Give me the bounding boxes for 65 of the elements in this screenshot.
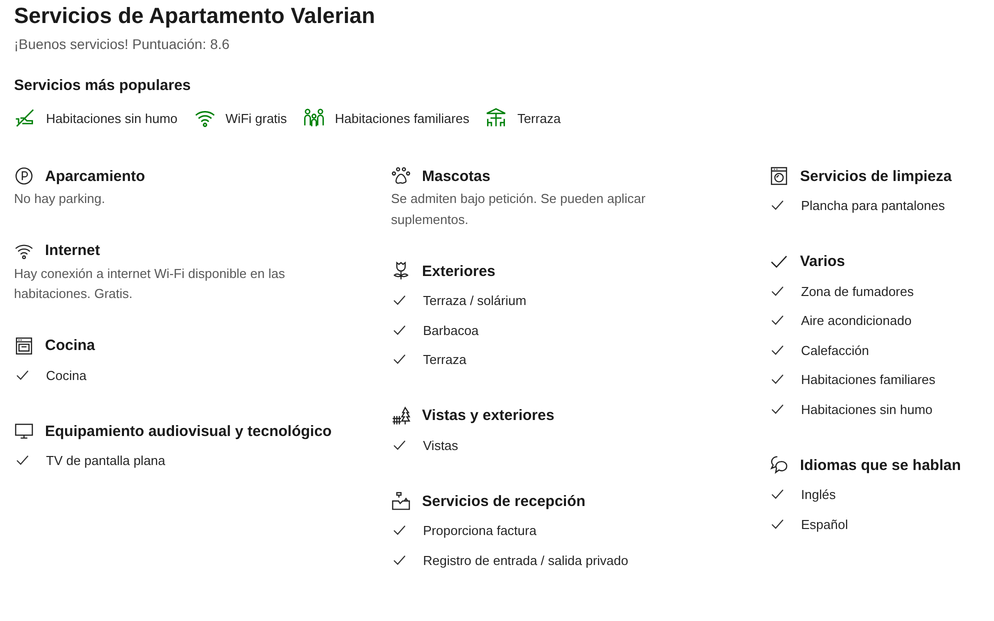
check-icon bbox=[771, 344, 784, 356]
monitor-icon bbox=[14, 421, 34, 441]
check-icon bbox=[771, 518, 784, 530]
check-icon bbox=[771, 489, 784, 500]
category-heading: Mascotas bbox=[422, 168, 490, 184]
no-smoking-icon bbox=[14, 107, 36, 129]
check-icon bbox=[393, 324, 406, 336]
category-heading: Cocina bbox=[45, 337, 96, 354]
amenity-item: Terraza bbox=[423, 352, 466, 368]
amenity-label: WiFi gratis bbox=[226, 110, 287, 126]
amenity-label: Habitaciones familiares bbox=[334, 110, 470, 126]
category-heading: Internet bbox=[45, 242, 100, 259]
amenity-item: Calefacción bbox=[801, 342, 869, 358]
amenity-item: Registro de entrada / salida privado bbox=[423, 552, 628, 568]
check-icon bbox=[16, 370, 29, 381]
category-description: Hay conexión a internet Wi-Fi disponible en las habitaciones. Gratis. bbox=[14, 264, 286, 303]
category-description: No hay parking. bbox=[14, 190, 106, 208]
terrace-icon bbox=[485, 107, 508, 129]
amenity-item: Aire acondicionado bbox=[801, 313, 912, 328]
category-heading: Varios bbox=[800, 253, 846, 270]
reception-desk-icon bbox=[391, 491, 411, 511]
category-description: Se admiten bajo petición. Se pueden aplicar suplementos. bbox=[391, 190, 646, 229]
amenity-item: Español bbox=[801, 516, 848, 532]
check-icon bbox=[771, 374, 784, 386]
check-icon bbox=[771, 200, 784, 212]
category-heading: Servicios de recepción bbox=[422, 492, 586, 510]
category-heading: Vistas y exteriores bbox=[422, 407, 554, 424]
amenity-label: Terraza bbox=[517, 110, 561, 126]
category-heading: Exteriores bbox=[422, 262, 496, 280]
parking-icon bbox=[14, 166, 34, 186]
amenity-item: Habitaciones familiares bbox=[801, 372, 936, 388]
amenity-item: Barbacoa bbox=[423, 322, 479, 338]
check-icon bbox=[393, 354, 406, 366]
amenity-item: Cocina bbox=[46, 368, 86, 383]
amenity-item: Plancha para pantalones bbox=[801, 198, 945, 214]
family-icon bbox=[302, 107, 325, 129]
check-icon bbox=[16, 455, 29, 466]
washing-machine-icon bbox=[769, 166, 789, 186]
amenity-item: Proporciona factura bbox=[423, 523, 536, 538]
check-icon bbox=[771, 315, 784, 326]
check-icon bbox=[771, 286, 784, 297]
page-title: Servicios de Apartamento Valerian bbox=[14, 2, 376, 30]
amenity-item: TV de pantalla plana bbox=[46, 453, 166, 468]
check-icon bbox=[771, 404, 784, 415]
check-icon bbox=[393, 440, 406, 451]
check-icon bbox=[393, 295, 406, 306]
check-icon bbox=[393, 554, 406, 566]
category-heading: Equipamiento audiovisual y tecnológico bbox=[45, 422, 332, 440]
paw-icon bbox=[391, 166, 411, 186]
category-heading: Servicios de limpieza bbox=[800, 168, 952, 184]
amenity-item: Vistas bbox=[423, 438, 458, 453]
rating-subtitle: ¡Buenos servicios! Puntuación: 8.6 bbox=[14, 36, 231, 52]
check-icon bbox=[393, 525, 406, 536]
amenity-item: Terraza / solárium bbox=[423, 293, 526, 308]
amenity-label: Habitaciones sin humo bbox=[46, 110, 178, 126]
category-heading: Aparcamiento bbox=[45, 168, 146, 184]
category-heading: Idiomas que se hablan bbox=[800, 456, 961, 474]
tree-fence-icon bbox=[391, 406, 411, 426]
flower-icon bbox=[391, 261, 411, 281]
section-heading: Servicios más populares bbox=[14, 77, 192, 94]
oven-icon bbox=[14, 336, 34, 356]
speech-bubbles-icon bbox=[769, 455, 789, 475]
amenity-item: Zona de fumadores bbox=[801, 284, 914, 299]
amenity-item: Habitaciones sin humo bbox=[801, 402, 933, 417]
amenity-item: Inglés bbox=[801, 487, 836, 502]
